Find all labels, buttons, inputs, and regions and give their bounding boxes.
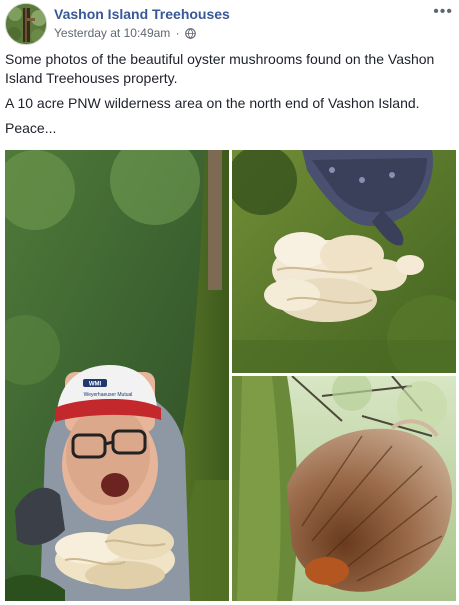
post-paragraph: A 10 acre PNW wilderness area on the nor…: [5, 95, 420, 111]
cap-logo: WMI: [89, 382, 102, 388]
page-name-link[interactable]: Vashon Island Treehouses: [54, 6, 230, 22]
cap-text: Weyerhaeuser Mutual: [84, 392, 133, 398]
more-options-icon[interactable]: •••: [433, 3, 453, 21]
globe-icon[interactable]: [185, 28, 196, 39]
post-text: Some photos of the beautiful oyster mush…: [5, 50, 453, 144]
tree-avatar-icon: [6, 4, 46, 44]
glove-mushroom-image: [232, 150, 456, 373]
mushroom-underside-image: [232, 376, 456, 601]
man-mushroom-image: WMI Weyerhaeuser Mutual: [5, 150, 229, 601]
timestamp-link[interactable]: Yesterday at 10:49am: [54, 26, 170, 40]
post-meta: Yesterday at 10:49am ·: [54, 26, 196, 40]
post-paragraph: Peace...: [5, 120, 57, 136]
meta-separator: ·: [175, 26, 180, 40]
photo-grid: WMI Weyerhaeuser Mutual: [5, 150, 456, 601]
post-paragraph: Some photos of the beautiful oyster mush…: [5, 51, 435, 86]
photo-man-with-mushrooms[interactable]: WMI Weyerhaeuser Mutual: [5, 150, 229, 601]
post-header: Vashon Island Treehouses Yesterday at 10…: [5, 3, 455, 45]
photo-mushroom-underside[interactable]: [232, 376, 456, 601]
page-avatar[interactable]: [5, 3, 47, 45]
photo-glove-mushrooms[interactable]: [232, 150, 456, 373]
